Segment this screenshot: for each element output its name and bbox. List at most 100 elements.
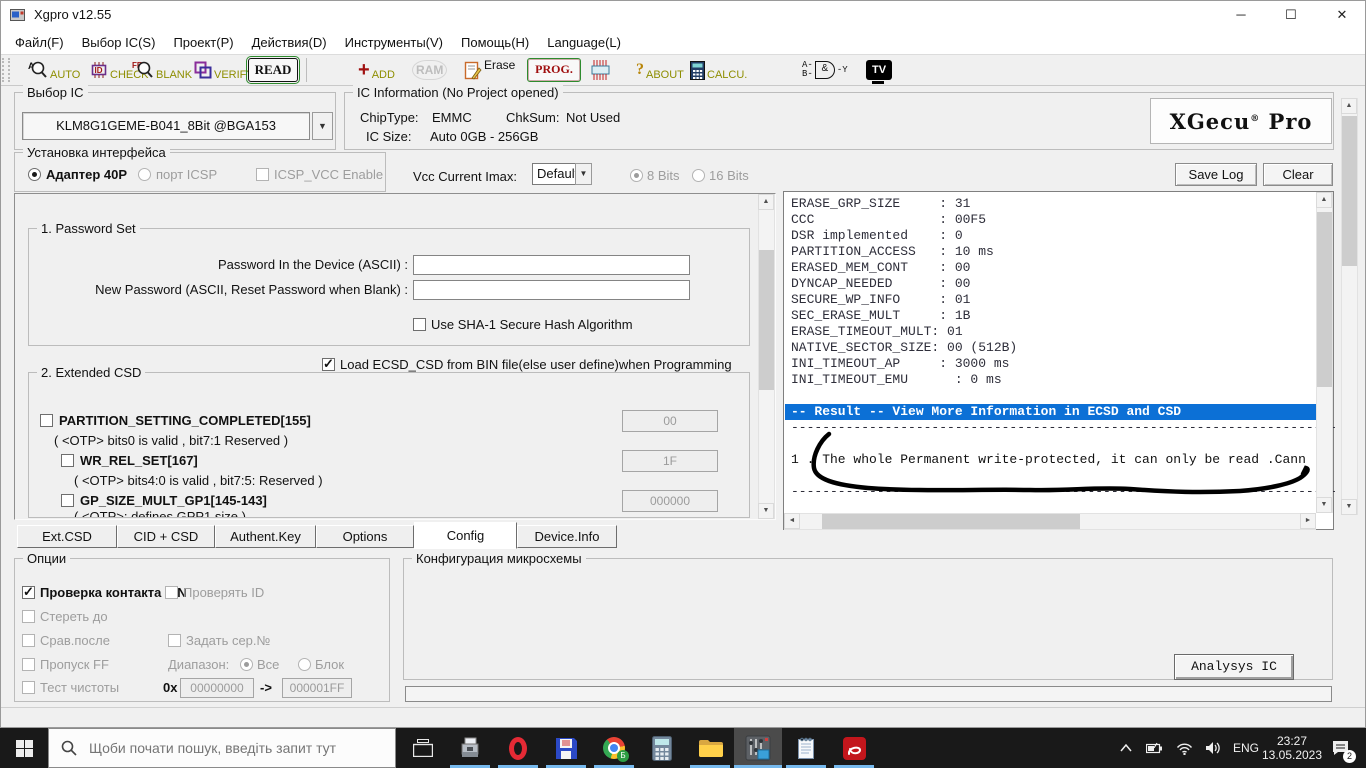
set-serial-checkbox[interactable]	[168, 634, 181, 647]
left-scrollbar-thumb[interactable]	[759, 250, 774, 390]
calcu-button[interactable]: CALCU.	[690, 56, 747, 84]
action-center-button[interactable]: 2	[1324, 728, 1358, 768]
taskbar-app-chrome[interactable]: Б	[590, 728, 638, 768]
ic-size-label: IC Size:	[366, 129, 412, 144]
read-button[interactable]: READ	[248, 56, 298, 84]
erase-button[interactable]: Erase	[464, 56, 515, 84]
tab-cid-csd[interactable]: CID + CSD	[117, 525, 215, 548]
sha1-checkbox[interactable]	[413, 318, 426, 331]
icsp-chip-button[interactable]	[590, 56, 612, 84]
page-scroll-down-icon[interactable]: ▼	[1341, 499, 1357, 515]
password-device-input[interactable]	[413, 255, 690, 275]
left-scroll-down-icon[interactable]: ▼	[758, 503, 774, 519]
taskbar-app-calculator[interactable]	[638, 728, 686, 768]
about-button[interactable]: ? ABOUT	[636, 56, 684, 84]
menu-help[interactable]: Помощь(H)	[452, 32, 538, 53]
ram-button[interactable]: RAM	[412, 56, 447, 84]
ecsd-item2-value[interactable]: 000000	[622, 490, 718, 512]
adapter-40p-radio[interactable]	[28, 168, 41, 181]
load-ecsd-checkbox[interactable]	[322, 358, 335, 371]
bits8-radio[interactable]	[630, 169, 643, 182]
menu-project[interactable]: Проект(P)	[164, 32, 242, 53]
skip-ff-checkbox[interactable]	[22, 658, 35, 671]
minimize-button[interactable]: ─	[1218, 0, 1264, 30]
ecsd-item0-value[interactable]: 00	[622, 410, 718, 432]
log-scroll-down-icon[interactable]: ▼	[1316, 497, 1332, 513]
ecsd-item1-value[interactable]: 1F	[622, 450, 718, 472]
menu-select-ic[interactable]: Выбор IC(S)	[73, 32, 165, 53]
maximize-button[interactable]: ☐	[1268, 0, 1314, 30]
compare-after-checkbox[interactable]	[22, 634, 35, 647]
ecsd-item1-checkbox[interactable]	[61, 454, 74, 467]
taskbar-app-floppy[interactable]	[542, 728, 590, 768]
left-scroll-up-icon[interactable]: ▲	[758, 194, 774, 210]
tv-button[interactable]: TV	[866, 56, 892, 84]
tray-volume-button[interactable]	[1198, 728, 1228, 768]
log-dashes: ----------------------------------------…	[791, 484, 1337, 500]
purity-test-checkbox[interactable]	[22, 681, 35, 694]
page-vscrollbar-thumb[interactable]	[1342, 116, 1357, 266]
vcc-imax-dropdown-button[interactable]: ▼	[575, 163, 592, 185]
log-vscrollbar-thumb[interactable]	[1317, 212, 1332, 387]
taskbar-search[interactable]	[48, 728, 396, 768]
ic-select-dropdown-button[interactable]: ▼	[312, 112, 333, 140]
addr-to-input[interactable]: 000001FF	[282, 678, 352, 698]
taskbar-app-programmer[interactable]	[446, 728, 494, 768]
search-input[interactable]	[87, 739, 381, 757]
icsp-vcc-checkbox[interactable]	[256, 168, 269, 181]
log-hscrollbar-thumb[interactable]	[822, 514, 1080, 529]
taskbar-app-notepad[interactable]	[782, 728, 830, 768]
check-id-checkbox[interactable]	[165, 586, 178, 599]
tray-wifi-button[interactable]	[1170, 728, 1198, 768]
tab-options[interactable]: Options	[316, 525, 414, 548]
add-button[interactable]: + ADD	[358, 56, 395, 84]
ecsd-item0-checkbox[interactable]	[40, 414, 53, 427]
ic-select-combobox[interactable]: KLM8G1GEME-B041_8Bit @BGA153	[22, 112, 310, 140]
tray-chevron-button[interactable]	[1112, 728, 1140, 768]
menu-tools[interactable]: Инструменты(V)	[336, 32, 452, 53]
menu-language[interactable]: Language(L)	[538, 32, 630, 53]
addr-from-input[interactable]: 00000000	[180, 678, 254, 698]
tray-language-button[interactable]: ENG	[1228, 728, 1264, 768]
task-view-button[interactable]	[400, 728, 446, 768]
start-button[interactable]	[0, 728, 48, 768]
save-log-button[interactable]: Save Log	[1175, 163, 1257, 186]
tray-battery-button[interactable]	[1140, 728, 1170, 768]
close-button[interactable]: ✕	[1318, 0, 1366, 30]
menu-file[interactable]: Файл(F)	[6, 32, 73, 53]
page-scroll-up-icon[interactable]: ▲	[1341, 98, 1357, 114]
tab-device-info[interactable]: Device.Info	[517, 525, 617, 548]
taskbar-app-explorer[interactable]	[686, 728, 734, 768]
verify-button[interactable]: VERIFY	[194, 56, 254, 84]
tab-config[interactable]: Config	[414, 522, 517, 549]
taskbar-app-acrobat[interactable]	[830, 728, 878, 768]
logic-gate-button[interactable]: A-B- & -Y	[802, 56, 848, 84]
pin-check-checkbox[interactable]	[22, 586, 35, 599]
tray-clock[interactable]: 23:27 13.05.2023	[1264, 728, 1320, 768]
taskbar-app-opera[interactable]	[494, 728, 542, 768]
blank-button[interactable]: FF BLANK	[132, 56, 192, 84]
auto-button[interactable]: A AUTO	[28, 56, 80, 84]
log-scroll-left-icon[interactable]: ◄	[784, 513, 800, 529]
taskbar-app-xgpro-active[interactable]	[734, 728, 782, 768]
tab-ext-csd[interactable]: Ext.CSD	[17, 525, 117, 548]
result-selected-row[interactable]: -- Result -- View More Information in EC…	[785, 404, 1316, 420]
bits16-radio[interactable]	[692, 169, 705, 182]
range-block-radio[interactable]	[298, 658, 311, 671]
clear-button[interactable]: Clear	[1263, 163, 1333, 186]
menu-actions[interactable]: Действия(D)	[243, 32, 336, 53]
range-block-label: Блок	[315, 657, 344, 672]
app-icon[interactable]	[10, 8, 26, 22]
erase-to-checkbox[interactable]	[22, 610, 35, 623]
tab-authent-key[interactable]: Authent.Key	[215, 525, 316, 548]
analyze-ic-button[interactable]: Analysys IC	[1174, 654, 1294, 680]
hex-prefix-label: 0x	[163, 680, 177, 695]
prog-button[interactable]: PROG.	[527, 56, 581, 84]
password-new-input[interactable]	[413, 280, 690, 300]
vcc-imax-select[interactable]: Default	[532, 163, 576, 185]
ecsd-item2-checkbox[interactable]	[61, 494, 74, 507]
range-all-radio[interactable]	[240, 658, 253, 671]
log-scroll-right-icon[interactable]: ►	[1300, 513, 1316, 529]
icsp-port-radio[interactable]	[138, 168, 151, 181]
log-scroll-up-icon[interactable]: ▲	[1316, 192, 1332, 208]
